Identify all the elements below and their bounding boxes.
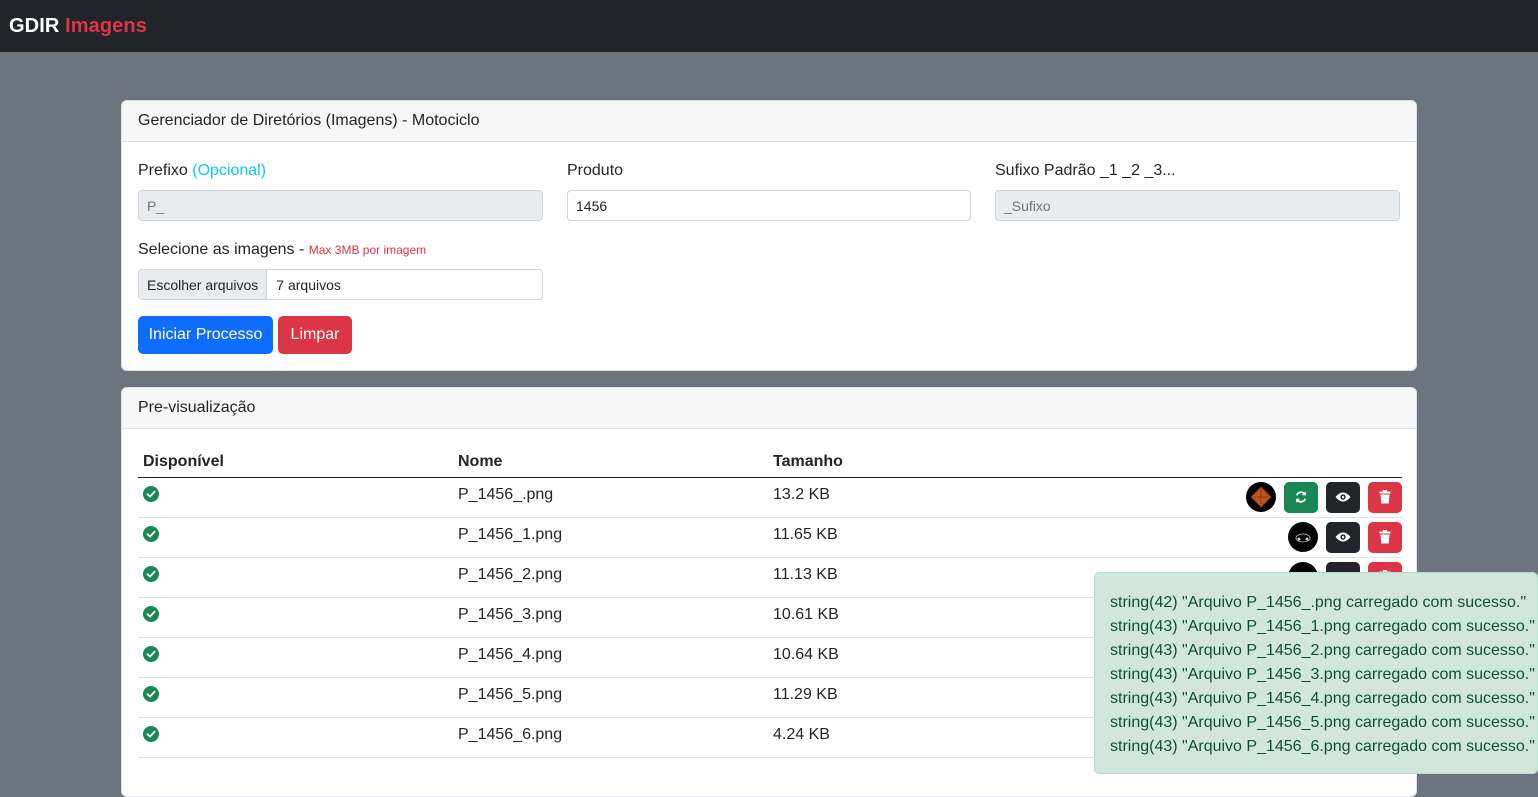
card-title: Gerenciador de Diretórios (Imagens) - Mo…: [122, 101, 1416, 142]
file-size-cell: 10.64 KB: [768, 637, 1083, 678]
toast-message-line: string(43) "Arquivo P_1456_3.png carrega…: [1110, 666, 1535, 683]
prefix-label-text: Prefixo: [138, 162, 188, 179]
file-size-cell: 11.65 KB: [768, 517, 1083, 558]
product-input[interactable]: 1456: [567, 190, 971, 221]
prefix-optional-text: (Opcional): [192, 162, 267, 179]
column-header-actions: [1083, 447, 1402, 478]
upload-result-toast: string(42) "Arquivo P_1456_.png carregad…: [1094, 572, 1538, 774]
choose-files-button[interactable]: Escolher arquivos: [139, 270, 268, 299]
suffix-input[interactable]: _Sufixo: [995, 190, 1400, 221]
file-size-cell: 11.29 KB: [768, 677, 1083, 718]
file-size-cell: 11.13 KB: [768, 557, 1083, 598]
brand-accent: Imagens: [65, 14, 147, 37]
delete-button[interactable]: [1368, 521, 1402, 553]
file-name-cell: P_1456_4.png: [453, 637, 768, 678]
check-circle-icon: [143, 605, 159, 622]
row-actions: [1246, 481, 1402, 513]
check-circle-icon: [143, 645, 159, 662]
preview-title: Pre-visualização: [122, 388, 1416, 429]
product-label: Produto: [567, 162, 624, 179]
file-size-cell: 10.61 KB: [768, 597, 1083, 638]
file-size-cell: 13.2 KB: [768, 477, 1083, 518]
check-circle-icon: [143, 525, 159, 542]
available-cell: [138, 637, 453, 678]
available-cell: [138, 517, 453, 558]
table-row: P_1456_.png 13.2 KB: [138, 477, 1402, 518]
toast-message-line: string(42) "Arquivo P_1456_.png carregad…: [1110, 594, 1527, 611]
column-header-available: Disponível: [138, 447, 453, 478]
actions-cell: [1083, 477, 1402, 518]
trash-icon: [1379, 490, 1391, 504]
check-circle-icon: [143, 685, 159, 702]
refresh-button[interactable]: [1284, 481, 1318, 513]
refresh-icon: [1294, 490, 1308, 504]
row-actions: [1288, 521, 1402, 553]
file-size-cell: 4.24 KB: [768, 717, 1083, 758]
available-cell: [138, 557, 453, 598]
file-name-cell: P_1456_1.png: [453, 517, 768, 558]
eye-icon: [1335, 491, 1351, 503]
file-name-cell: P_1456_6.png: [453, 717, 768, 758]
check-circle-icon: [143, 565, 159, 582]
file-name-cell: P_1456_5.png: [453, 677, 768, 718]
file-picker[interactable]: Escolher arquivos 7 arquivos: [138, 269, 543, 300]
available-cell: [138, 477, 453, 518]
eye-icon: [1335, 531, 1351, 543]
check-circle-icon: [143, 485, 159, 502]
navbar: GDIR Imagens: [0, 0, 1538, 52]
table-header-row: Disponível Nome Tamanho: [138, 447, 1402, 478]
brand-main: GDIR: [9, 14, 60, 37]
toast-message-line: string(43) "Arquivo P_1456_1.png carrega…: [1110, 618, 1535, 635]
check-circle-icon: [143, 725, 159, 742]
available-cell: [138, 677, 453, 718]
toast-message-line: string(43) "Arquivo P_1456_4.png carrega…: [1110, 690, 1535, 707]
file-name-cell: P_1456_3.png: [453, 597, 768, 638]
brand-logo[interactable]: GDIR Imagens: [9, 15, 147, 38]
file-status: 7 arquivos: [276, 276, 341, 293]
prefix-input[interactable]: P_: [138, 190, 543, 221]
prefix-label: Prefixo (Opcional): [138, 162, 266, 180]
start-process-button[interactable]: Iniciar Processo: [138, 316, 273, 354]
available-cell: [138, 717, 453, 758]
trash-icon: [1379, 530, 1391, 544]
images-label: Selecione as imagens - Max 3MB por image…: [138, 241, 426, 259]
table-row: P_1456_1.png 11.65 KB: [138, 517, 1402, 558]
directory-manager-card: Gerenciador de Diretórios (Imagens) - Mo…: [121, 100, 1417, 371]
images-hint: Max 3MB por imagem: [308, 243, 427, 257]
delete-button[interactable]: [1368, 481, 1402, 513]
toast-message-line: string(43) "Arquivo P_1456_2.png carrega…: [1110, 642, 1535, 659]
view-button[interactable]: [1326, 521, 1360, 553]
image-thumbnail[interactable]: [1288, 522, 1318, 552]
toast-message-line: string(43) "Arquivo P_1456_6.png carrega…: [1110, 738, 1535, 755]
column-header-size: Tamanho: [768, 447, 1083, 478]
view-button[interactable]: [1326, 481, 1360, 513]
toast-message-line: string(43) "Arquivo P_1456_5.png carrega…: [1110, 714, 1535, 731]
file-name-cell: P_1456_.png: [453, 477, 768, 518]
clear-button[interactable]: Limpar: [278, 316, 352, 354]
image-thumbnail[interactable]: [1246, 482, 1276, 512]
images-label-text: Selecione as imagens -: [138, 241, 305, 258]
suffix-label: Sufixo Padrão _1 _2 _3...: [995, 162, 1176, 179]
column-header-name: Nome: [453, 447, 768, 478]
file-name-cell: P_1456_2.png: [453, 557, 768, 598]
available-cell: [138, 597, 453, 638]
actions-cell: [1083, 517, 1402, 558]
